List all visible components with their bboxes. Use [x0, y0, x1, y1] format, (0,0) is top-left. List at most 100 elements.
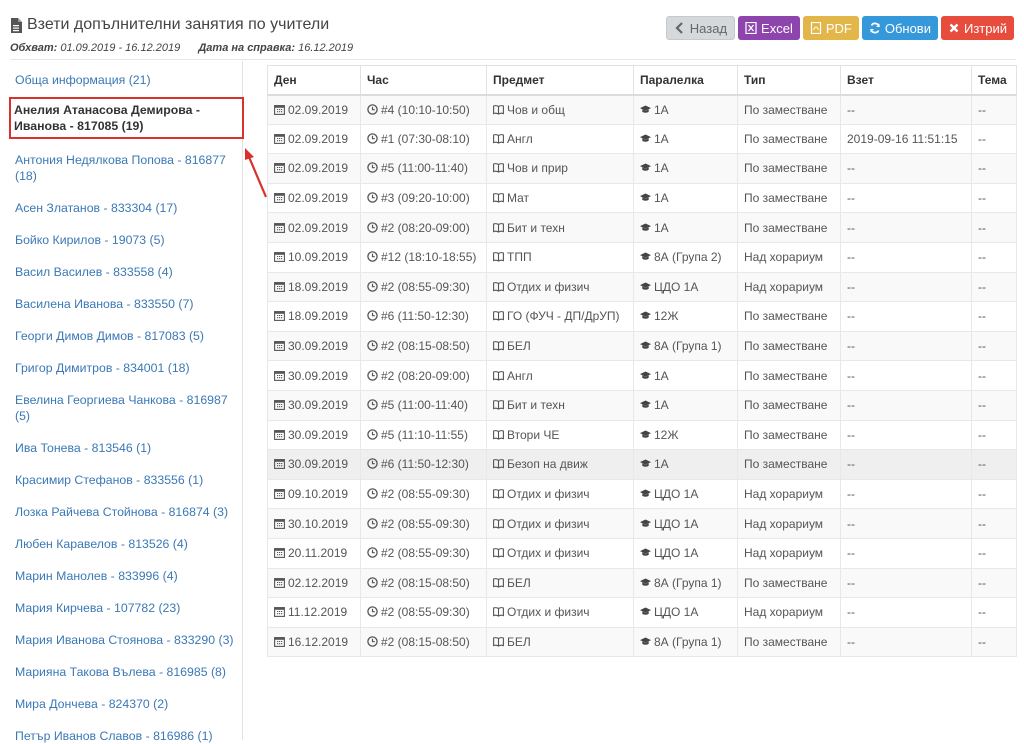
sidebar-item-teacher[interactable]: Ива Тонева - 813546 (1)	[10, 440, 242, 456]
cell-hour-text: #2 (08:15-08:50)	[381, 575, 470, 590]
cell-class-text: ЦДО 1А	[654, 516, 699, 531]
cell-class: ЦДО 1А	[633, 537, 738, 569]
column-header-topic[interactable]: Тема	[971, 65, 1017, 96]
book-icon	[493, 104, 504, 115]
column-header-subject[interactable]: Предмет	[486, 65, 634, 96]
sidebar-item-teacher[interactable]: Красимир Стефанов - 833556 (1)	[10, 472, 242, 488]
cell-day: 02.09.2019	[267, 123, 361, 155]
column-header-class[interactable]: Паралелка	[633, 65, 738, 96]
book-icon	[493, 134, 504, 144]
cell-class-text: 8А (Група 1)	[654, 575, 722, 590]
cell-subject: Чов и общ	[486, 94, 634, 125]
sidebar-item-teacher[interactable]: Григор Димитров - 834001 (18)	[10, 360, 242, 376]
sidebar-item-teacher[interactable]: Петър Иванов Славов - 816986 (1)	[10, 728, 242, 744]
table-row[interactable]: 30.10.2019 #2 (08:55-09:30) Отдих и физич Ц…	[267, 508, 1017, 539]
cell-type-text: Над хорариум	[744, 605, 824, 620]
cell-hour: #2 (08:15-08:50)	[360, 626, 487, 658]
cell-subject-text: Безоп на движ	[507, 457, 588, 472]
table-row[interactable]: 18.09.2019 #2 (08:55-09:30) Отдих и физич Ц…	[267, 271, 1017, 303]
sidebar-item-teacher[interactable]: Мария Иванова Стоянова - 833290 (3)	[10, 632, 242, 648]
column-header-day[interactable]: Ден	[267, 65, 361, 96]
table-row[interactable]: 18.09.2019 #6 (11:50-12:30) ГО (ФУЧ - ДП/Д…	[267, 301, 1017, 332]
sidebar-item-teacher[interactable]: Марин Манолев - 833996 (4)	[10, 568, 242, 584]
sidebar-item-teacher[interactable]: Евелина Георгиева Чанкова - 816987 (5)	[10, 392, 242, 424]
cell-type-text: По заместване	[744, 309, 828, 324]
cell-class: ЦДО 1А	[633, 508, 738, 539]
cell-topic-text: --	[978, 102, 986, 117]
sidebar-item-teacher[interactable]: Георги Димов Димов - 817083 (5)	[10, 328, 242, 344]
refresh-button[interactable]: Обнови	[861, 16, 938, 40]
table-row[interactable]: 02.09.2019 #3 (09:20-10:00) Мат 1А По замест…	[267, 182, 1017, 214]
cell-day: 18.09.2019	[267, 301, 361, 332]
sidebar-item-teacher[interactable]: Любен Каравелов - 813526 (4)	[10, 536, 242, 552]
table-row[interactable]: 30.09.2019 #5 (11:00-11:40) Бит и техн 1А По…	[267, 389, 1017, 421]
pdf-button[interactable]: PDF	[802, 16, 859, 40]
delete-button[interactable]: Изтрий	[940, 16, 1014, 40]
cell-hour: #2 (08:15-08:50)	[360, 567, 487, 599]
book-icon	[493, 518, 504, 529]
cell-type-text: Над хорариум	[744, 279, 824, 294]
cell-subject-text: ГО (ФУЧ - ДП/ДрУП)	[507, 309, 620, 324]
cell-taken: --	[840, 478, 972, 510]
back-button[interactable]: Назад	[665, 16, 736, 40]
clock-icon	[367, 488, 378, 499]
column-header-type[interactable]: Тип	[737, 65, 841, 96]
cell-type: По заместване	[737, 94, 841, 125]
table-row[interactable]: 02.09.2019 #5 (11:00-11:40) Чов и прир 1А По…	[267, 153, 1017, 184]
table-row[interactable]: 16.12.2019 #2 (08:15-08:50) БЕЛ 8А (Група 1…	[267, 626, 1017, 658]
table-row[interactable]: 30.09.2019 #5 (11:10-11:55) Втори ЧЕ 12Ж По …	[267, 419, 1017, 451]
sidebar-item-active-teacher[interactable]: Анелия Атанасова Демирова - Иванова - 81…	[9, 97, 244, 139]
column-header-hour[interactable]: Час	[360, 65, 487, 96]
table-row[interactable]: 09.10.2019 #2 (08:55-09:30) Отдих и физич Ц…	[267, 478, 1017, 510]
cell-topic-text: --	[978, 309, 986, 324]
table-row[interactable]: 30.09.2019 #2 (08:15-08:50) БЕЛ 8А (Група 1…	[267, 330, 1017, 362]
cell-hour: #2 (08:55-09:30)	[360, 271, 487, 303]
cell-hour: #2 (08:55-09:30)	[360, 597, 487, 628]
table-row[interactable]: 11.12.2019 #2 (08:55-09:30) Отдих и физич Ц…	[267, 597, 1017, 628]
cell-type: Над хорариум	[737, 271, 841, 303]
cell-taken-text: --	[847, 250, 855, 265]
cell-subject-text: ТПП	[507, 250, 532, 265]
teacher-sidebar: Обща информация (21) Анелия Атанасова Де…	[0, 61, 244, 743]
cell-class-text: ЦДО 1А	[654, 546, 699, 561]
table-row[interactable]: 30.09.2019 #6 (11:50-12:30) Безоп на движ 1…	[267, 449, 1017, 480]
column-header-taken[interactable]: Взет	[840, 65, 972, 96]
cell-type: По заместване	[737, 123, 841, 155]
table-row[interactable]: 10.09.2019 #12 (18:10-18:55) ТПП 8А (Група …	[267, 241, 1017, 273]
sidebar-item-teacher[interactable]: Васил Василев - 833558 (4)	[10, 264, 242, 280]
cell-type: По заместване	[737, 182, 841, 214]
cell-subject-text: БЕЛ	[507, 634, 531, 649]
book-icon	[493, 163, 504, 174]
calendar-icon	[274, 193, 285, 204]
sidebar-item-teacher[interactable]: Лозка Райчева Стойнова - 816874 (3)	[10, 504, 242, 520]
cell-type: По заместване	[737, 567, 841, 599]
cell-hour: #2 (08:20-09:00)	[360, 212, 487, 243]
cell-topic-text: --	[978, 516, 986, 531]
cell-subject: Отдих и физич	[486, 478, 634, 510]
table-row[interactable]: 02.12.2019 #2 (08:15-08:50) БЕЛ 8А (Група 1…	[267, 567, 1017, 599]
sidebar-item-teacher[interactable]: Бойко Кирилов - 19073 (5)	[10, 232, 242, 248]
excel-button[interactable]: Excel	[738, 16, 800, 40]
cell-taken-text: --	[847, 368, 855, 383]
cell-topic-text: --	[978, 339, 986, 354]
table-row[interactable]: 02.09.2019 #1 (07:30-08:10) Англ 1А По замес…	[267, 123, 1017, 155]
sidebar-item-teacher[interactable]: Антония Недялкова Попова - 816877 (18)	[10, 152, 242, 184]
cell-taken: --	[840, 94, 972, 125]
table-row[interactable]: 20.11.2019 #2 (08:55-09:30) Отдих и физич Ц…	[267, 537, 1017, 569]
cell-subject-text: Бит и техн	[507, 220, 565, 235]
table-row[interactable]: 02.09.2019 #2 (08:20-09:00) Бит и техн 1А По…	[267, 212, 1017, 243]
cell-subject-text: Чов и прир	[507, 161, 568, 176]
graduation-cap-icon	[640, 193, 651, 201]
sidebar-item-teacher[interactable]: Мира Дончева - 824370 (2)	[10, 696, 242, 712]
sidebar-item-teacher[interactable]: Мария Кирчева - 107782 (23)	[10, 600, 242, 616]
cell-subject: Втори ЧЕ	[486, 419, 634, 451]
table-row[interactable]: 30.09.2019 #2 (08:20-09:00) Англ 1А По замес…	[267, 360, 1017, 391]
sidebar-item-teacher[interactable]: Асен Златанов - 833304 (17)	[10, 200, 242, 216]
toolbar: Назад Excel PDF Обнови Изтрий	[665, 16, 1014, 40]
table-row[interactable]: 02.09.2019 #4 (10:10-10:50) Чов и общ 1А По …	[267, 94, 1017, 125]
sidebar-item-teacher[interactable]: Марияна Такова Вълева - 816985 (8)	[10, 664, 242, 680]
sidebar-item-teacher[interactable]: Василена Иванова - 833550 (7)	[10, 296, 242, 312]
sidebar-item-general-info[interactable]: Обща информация (21)	[10, 72, 242, 88]
cell-hour: #1 (07:30-08:10)	[360, 123, 487, 155]
cell-topic: --	[971, 419, 1017, 451]
